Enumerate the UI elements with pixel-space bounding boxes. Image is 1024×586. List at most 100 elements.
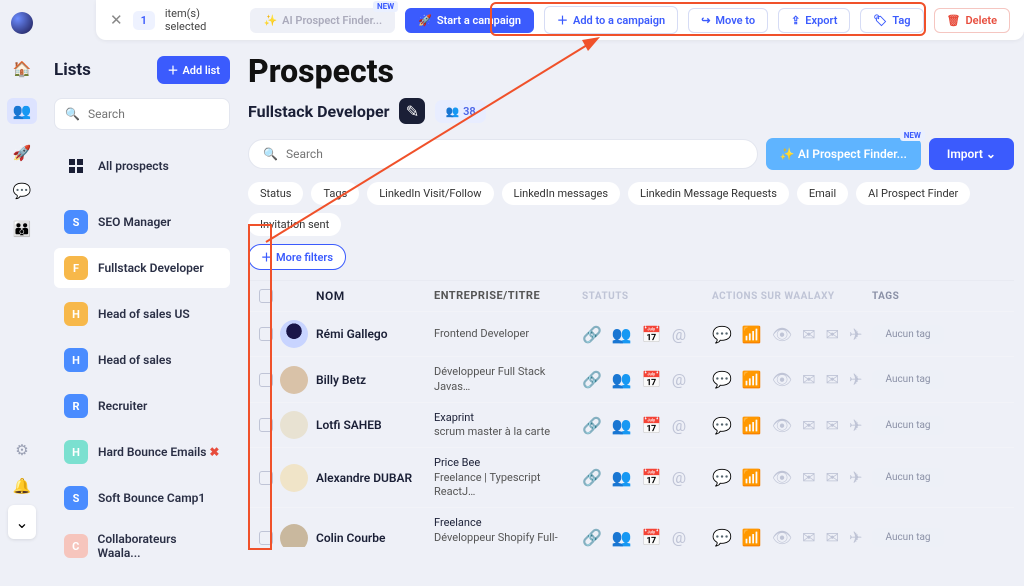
- add-to-campaign-button[interactable]: ＋ Add to a campaign: [544, 6, 678, 34]
- action-icon[interactable]: 💬: [712, 468, 732, 487]
- th-nom: NOM: [316, 289, 434, 303]
- row-checkbox[interactable]: [259, 418, 273, 432]
- action-icon[interactable]: ✉: [826, 325, 839, 344]
- add-list-button[interactable]: ＋ Add list: [157, 56, 230, 84]
- action-icon[interactable]: ✉: [826, 370, 839, 389]
- action-icon[interactable]: ✉: [826, 528, 839, 547]
- sidebar-item[interactable]: FFullstack Developer: [54, 248, 230, 288]
- table-row[interactable]: Rémi Gallego Frontend Developer 🔗👥📅@ 💬📶👁…: [248, 311, 1014, 356]
- action-icon[interactable]: 👁: [772, 468, 792, 487]
- action-icon[interactable]: ✉: [802, 370, 815, 389]
- prospect-title: Développeur Full Stack Javas…: [434, 365, 582, 394]
- status-icon: 📅: [642, 325, 662, 344]
- table-row[interactable]: Lotfi SAHEB Exaprintscrum master à la ca…: [248, 402, 1014, 448]
- list-badge: S: [64, 486, 88, 510]
- action-icon[interactable]: 📶: [742, 468, 762, 487]
- filter-chip[interactable]: Linkedin Message Requests: [628, 182, 789, 205]
- action-icon[interactable]: 👁: [772, 528, 792, 547]
- gear-icon[interactable]: ⚙: [15, 441, 28, 459]
- action-icon[interactable]: ✉: [802, 325, 815, 344]
- ai-finder-ghost-button[interactable]: ✨ AI Prospect Finder...: [250, 8, 395, 33]
- row-checkbox[interactable]: [259, 373, 273, 387]
- export-button[interactable]: ⇪ Export: [778, 8, 850, 33]
- tag-pill[interactable]: Aucun tag: [872, 528, 944, 547]
- bell-icon[interactable]: 🔔: [13, 477, 32, 495]
- sidebar-search-input[interactable]: [88, 107, 244, 121]
- select-all-checkbox[interactable]: [259, 289, 273, 303]
- table-header-row: NOM ENTREPRISE/TITRE STATUTS ACTIONS SUR…: [248, 281, 1014, 311]
- sidebar-item[interactable]: S Soft Bounce Camp1: [54, 478, 230, 518]
- tag-pill[interactable]: Aucun tag: [872, 325, 944, 344]
- chat-icon[interactable]: 💬: [13, 182, 32, 200]
- action-icon[interactable]: ✈: [849, 528, 862, 547]
- filter-chip[interactable]: LinkedIn Visit/Follow: [367, 182, 493, 205]
- close-icon[interactable]: ✕: [110, 11, 123, 29]
- campaigns-icon[interactable]: 🚀: [13, 144, 32, 162]
- status-icon: 👥: [612, 468, 632, 487]
- tag-button[interactable]: 🏷 Tag: [860, 8, 923, 33]
- action-icon[interactable]: ✈: [849, 325, 862, 344]
- table-row[interactable]: Colin Courbe FreelanceDéveloppeur Shopif…: [248, 507, 1014, 547]
- action-icon[interactable]: ✈: [849, 370, 862, 389]
- tag-pill[interactable]: Aucun tag: [872, 468, 944, 487]
- sidebar-item[interactable]: CCollaborateurs Waala...: [54, 524, 230, 568]
- sidebar-item[interactable]: HHead of sales: [54, 340, 230, 380]
- main-search[interactable]: 🔍: [248, 139, 758, 169]
- filter-chip[interactable]: AI Prospect Finder: [856, 182, 970, 205]
- action-icon[interactable]: ✉: [802, 468, 815, 487]
- team-icon[interactable]: 👪: [13, 220, 32, 238]
- sidebar-search[interactable]: 🔍: [54, 98, 230, 130]
- more-filters-button[interactable]: ＋ More filters: [248, 244, 346, 270]
- action-icon[interactable]: 📶: [742, 370, 762, 389]
- status-icon: 🔗: [582, 416, 602, 435]
- sidebar-item[interactable]: HHard Bounce Emails ✖: [54, 432, 230, 472]
- chevron-down-toggle[interactable]: ⌄: [8, 505, 36, 539]
- action-icon[interactable]: ✈: [849, 468, 862, 487]
- filter-chip[interactable]: Status: [248, 182, 303, 205]
- row-checkbox[interactable]: [259, 531, 273, 545]
- action-icon[interactable]: 📶: [742, 325, 762, 344]
- list-badge: H: [64, 440, 88, 464]
- prospects-icon[interactable]: 👥: [7, 98, 38, 124]
- move-to-button[interactable]: ↪ Move to: [688, 8, 768, 33]
- action-icon[interactable]: 💬: [712, 416, 732, 435]
- list-badge: C: [64, 534, 88, 558]
- action-icon[interactable]: 💬: [712, 370, 732, 389]
- filter-chip[interactable]: Invitation sent: [248, 213, 341, 236]
- action-icon[interactable]: 👁: [772, 370, 792, 389]
- sidebar-item[interactable]: HHead of sales US: [54, 294, 230, 334]
- start-campaign-button[interactable]: 🚀 Start a campaign: [405, 8, 534, 33]
- filter-chip[interactable]: LinkedIn messages: [502, 182, 620, 205]
- sidebar-item[interactable]: RRecruiter: [54, 386, 230, 426]
- delete-button[interactable]: 🗑 Delete: [934, 8, 1010, 33]
- action-icon[interactable]: 👁: [772, 416, 792, 435]
- action-icon[interactable]: ✈: [849, 416, 862, 435]
- action-icon[interactable]: 📶: [742, 528, 762, 547]
- action-icon[interactable]: ✉: [802, 416, 815, 435]
- import-button[interactable]: Import ⌄: [929, 138, 1014, 170]
- row-checkbox[interactable]: [259, 327, 273, 341]
- tag-pill[interactable]: Aucun tag: [872, 416, 944, 435]
- action-icon[interactable]: 📶: [742, 416, 762, 435]
- sidebar-item-all-prospects[interactable]: All prospects: [54, 146, 230, 186]
- main-search-input[interactable]: [286, 147, 743, 161]
- filter-chip[interactable]: Email: [797, 182, 848, 205]
- filter-chip[interactable]: Tags: [311, 182, 359, 205]
- avatar: [280, 411, 308, 439]
- table-row[interactable]: Billy Betz Développeur Full Stack Javas……: [248, 356, 1014, 402]
- table-row[interactable]: Alexandre DUBAR Price BeeFreelance | Typ…: [248, 447, 1014, 507]
- tag-pill[interactable]: Aucun tag: [872, 370, 944, 389]
- sidebar-item-label: Soft Bounce Camp1: [98, 491, 205, 505]
- ai-prospect-finder-button[interactable]: ✨ AI Prospect Finder...: [766, 138, 921, 170]
- action-icon[interactable]: ✉: [826, 468, 839, 487]
- action-icon[interactable]: 💬: [712, 528, 732, 547]
- action-icon[interactable]: 💬: [712, 325, 732, 344]
- selected-count: 1: [133, 11, 155, 30]
- action-icon[interactable]: 👁: [772, 325, 792, 344]
- row-checkbox[interactable]: [259, 471, 273, 485]
- action-icon[interactable]: ✉: [826, 416, 839, 435]
- edit-list-button[interactable]: ✎: [399, 98, 425, 124]
- action-icon[interactable]: ✉: [802, 528, 815, 547]
- sidebar-item[interactable]: SSEO Manager: [54, 202, 230, 242]
- home-icon[interactable]: 🏠: [13, 60, 32, 78]
